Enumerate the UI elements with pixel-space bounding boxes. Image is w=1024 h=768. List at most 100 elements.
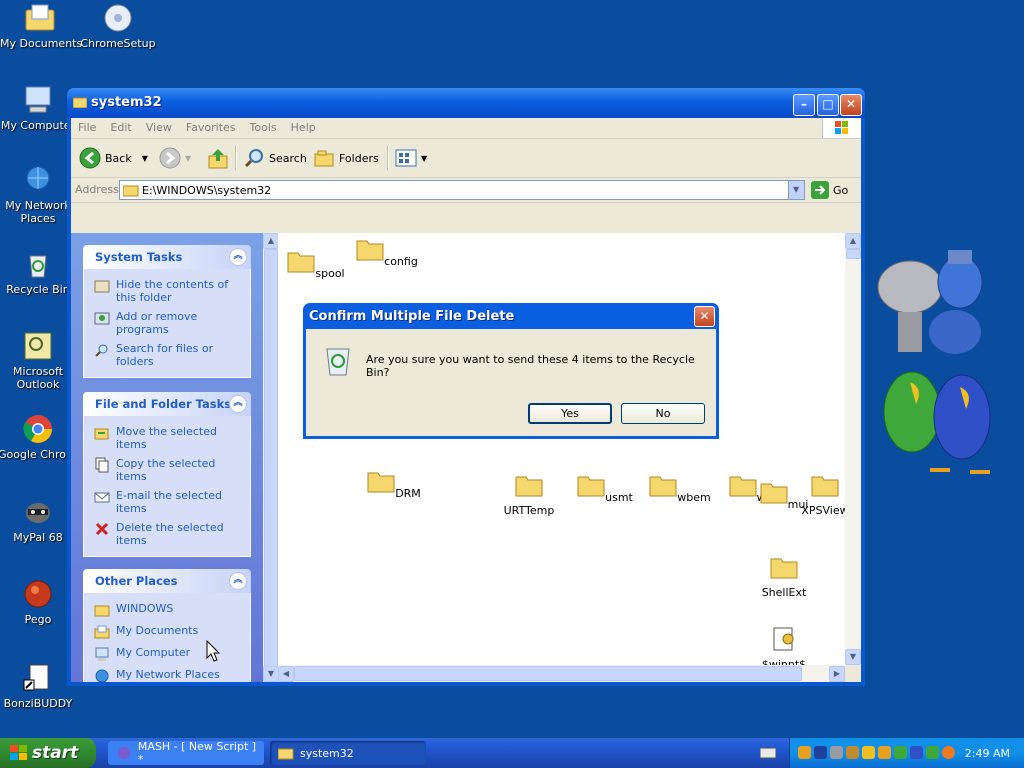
up-folder-button[interactable] [207,146,229,170]
search-icon[interactable] [942,746,955,759]
start-button[interactable]: start [0,738,96,768]
task-copy-items[interactable]: Copy the selected items [84,454,250,486]
place-my-network-places[interactable]: My Network Places [84,665,250,682]
views-button[interactable]: ▼ [395,146,427,170]
collapse-chevron-icon[interactable]: ︽ [229,572,247,590]
folder-icon [760,483,788,504]
search-button[interactable]: Search [243,146,307,170]
task-email-items[interactable]: E-mail the selected items [84,486,250,518]
go-label: Go [833,183,849,197]
folder-icon [24,2,56,34]
maximize-button[interactable]: □ [817,94,839,116]
menu-favorites[interactable]: Favorites [179,118,243,137]
forward-arrow-icon [159,147,181,169]
scroll-left-button[interactable]: ◀ [278,666,294,682]
file-item[interactable]: DRM [358,469,430,500]
yes-button[interactable]: Yes [528,403,612,424]
file-list-h-scrollbar[interactable]: ◀ ▶ [278,665,845,682]
mash-app-icon [118,747,130,759]
move-icon [94,428,109,440]
address-dropdown-button[interactable]: ▼ [788,181,804,199]
tray-icon-2[interactable] [814,746,827,759]
task-pane-scrollbar[interactable]: ▲ ▼ [263,233,279,682]
task-add-remove-programs[interactable]: Add or remove programs [84,307,250,339]
back-button[interactable]: Back ▼ [79,146,148,170]
tray-icon-8[interactable] [910,746,923,759]
collapse-chevron-icon[interactable]: ︽ [229,395,247,413]
recycle-bin-icon [22,248,54,280]
raccoon-icon [22,496,54,528]
folder-icon [356,240,384,261]
task-hide-contents[interactable]: Hide the contents of this folder [84,275,250,307]
scroll-up-button[interactable]: ▲ [263,233,279,249]
file-item[interactable]: spool [280,249,352,280]
file-item[interactable]: ShellExt [748,555,820,599]
tray-icon-9[interactable] [926,746,939,759]
scroll-right-button[interactable]: ▶ [829,666,845,682]
shield-icon[interactable] [862,746,875,759]
document-shortcut-icon [22,662,54,694]
file-item[interactable]: URTTemp [493,473,565,517]
system-tasks-header[interactable]: System Tasks ︽ [83,245,251,269]
back-dropdown-icon[interactable]: ▼ [142,154,148,163]
file-list-scrollbar[interactable]: ▲ ▼ [845,233,861,665]
toolbar-separator [235,145,237,171]
other-places-header[interactable]: Other Places ︽ [83,569,251,593]
menu-edit[interactable]: Edit [103,118,138,137]
file-item[interactable]: usmt [569,473,641,504]
task-search-files[interactable]: Search for files or folders [84,339,250,371]
folder-icon [94,605,110,617]
back-label: Back [105,151,132,165]
address-bar: Address E:\WINDOWS\system32 ▼ Go [71,178,861,203]
go-button[interactable]: Go [811,181,848,199]
menu-bar: File Edit View Favorites Tools Help [71,118,861,139]
menu-file[interactable]: File [71,118,103,137]
outlook-icon [22,330,54,362]
scroll-thumb[interactable] [846,249,861,259]
tray-icon-6[interactable] [878,746,891,759]
menu-view[interactable]: View [139,118,179,137]
email-icon [94,492,110,503]
tray-icon-4[interactable] [846,746,859,759]
file-list: spool config DRM URTTemp usmt wbem wins … [278,233,849,671]
recycle-bin-icon [326,348,350,376]
address-input[interactable]: E:\WINDOWS\system32 ▼ [119,180,805,200]
file-item[interactable]: config [351,237,423,268]
file-item[interactable]: wbem [644,473,716,504]
scroll-up-button[interactable]: ▲ [845,233,861,249]
mouse-cursor-icon [206,640,220,662]
menu-help[interactable]: Help [284,118,323,137]
place-my-documents[interactable]: My Documents [84,621,250,643]
desktop-icon-my-documents[interactable]: My Documents [0,2,82,50]
taskbar-item-mash[interactable]: MASH - [ New Script ] * [108,740,264,766]
menu-tools[interactable]: Tools [243,118,284,137]
window-content: System Tasks ︽ Hide the contents of this… [71,233,861,682]
no-button[interactable]: No [621,403,705,424]
folders-icon [314,150,334,167]
collapse-chevron-icon[interactable]: ︽ [229,248,247,266]
task-pane: System Tasks ︽ Hide the contents of this… [71,233,263,682]
address-label: Address [75,183,119,196]
tray-icon-3[interactable] [830,746,843,759]
task-move-items[interactable]: Move the selected items [84,422,250,454]
place-windows[interactable]: WINDOWS [84,599,250,621]
tray-icon-7[interactable] [894,746,907,759]
file-folder-tasks-header[interactable]: File and Folder Tasks ︽ [83,392,251,416]
scroll-thumb[interactable] [294,666,802,681]
desktop-icon-chromesetup[interactable]: ChromeSetup [78,2,158,50]
dialog-close-button[interactable]: ✕ [694,306,715,327]
keyboard-icon[interactable] [760,747,776,759]
dialog-titlebar[interactable]: Confirm Multiple File Delete ✕ [303,303,719,329]
taskbar-item-system32[interactable]: system32 [270,741,426,765]
window-titlebar[interactable]: system32 – □ ✕ [67,88,865,118]
task-delete-items[interactable]: Delete the selected items [84,518,250,550]
minimize-button[interactable]: – [793,94,815,116]
close-button[interactable]: ✕ [840,94,862,116]
place-my-computer[interactable]: My Computer [84,643,250,665]
folders-button[interactable]: Folders [313,146,379,170]
scroll-thumb[interactable] [264,249,278,671]
scroll-down-button[interactable]: ▼ [845,649,861,665]
scroll-down-button[interactable]: ▼ [263,666,279,682]
tray-icon-1[interactable] [798,746,811,759]
forward-button[interactable]: ▼ [159,146,191,170]
